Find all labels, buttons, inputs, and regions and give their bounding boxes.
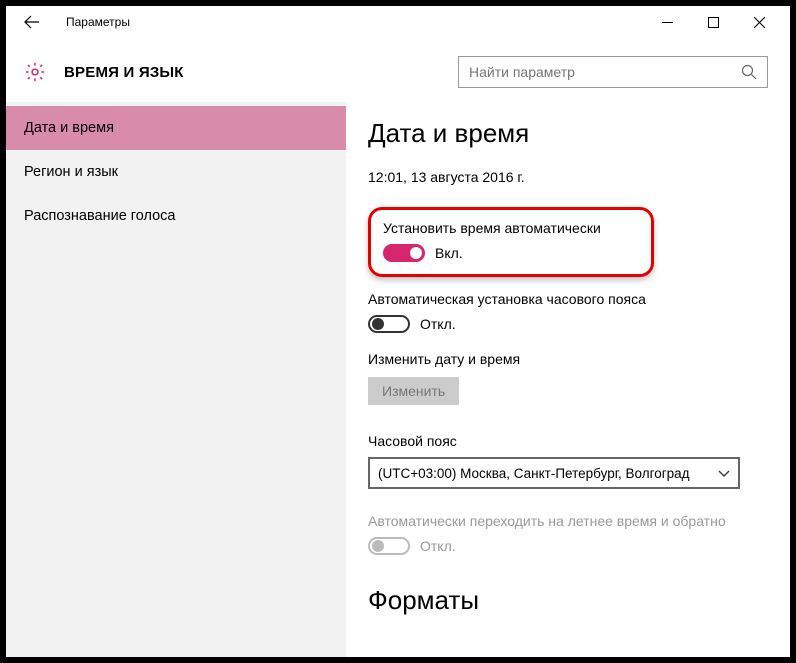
close-icon bbox=[754, 17, 765, 28]
auto-tz-label: Автоматическая установка часового пояса bbox=[368, 291, 768, 307]
timezone-value: (UTC+03:00) Москва, Санкт-Петербург, Вол… bbox=[378, 466, 690, 481]
settings-window: Параметры ВРЕМЯ И ЯЗЫК bbox=[6, 6, 790, 657]
change-button: Изменить bbox=[368, 377, 459, 405]
timezone-label: Часовой пояс bbox=[368, 433, 768, 449]
sidebar-item-speech[interactable]: Распознавание голоса bbox=[6, 194, 346, 238]
auto-time-state: Вкл. bbox=[435, 245, 463, 261]
maximize-icon bbox=[708, 17, 719, 28]
content-pane[interactable]: Дата и время 12:01, 13 августа 2016 г. У… bbox=[346, 102, 790, 657]
gear-icon bbox=[24, 61, 46, 83]
sidebar: Дата и время Регион и язык Распознавание… bbox=[6, 102, 346, 657]
section-title: ВРЕМЯ И ЯЗЫК bbox=[64, 64, 184, 81]
dst-state: Откл. bbox=[420, 538, 456, 554]
close-button[interactable] bbox=[736, 6, 782, 38]
formats-heading: Форматы bbox=[368, 585, 768, 616]
timezone-select[interactable]: (UTC+03:00) Москва, Санкт-Петербург, Вол… bbox=[368, 457, 740, 489]
chevron-down-icon bbox=[718, 467, 730, 479]
dst-label: Автоматически переходить на летнее время… bbox=[368, 513, 768, 529]
back-button[interactable] bbox=[18, 8, 46, 36]
change-datetime-label: Изменить дату и время bbox=[368, 351, 768, 367]
arrow-left-icon bbox=[24, 14, 40, 30]
current-datetime: 12:01, 13 августа 2016 г. bbox=[368, 169, 768, 185]
sidebar-item-region[interactable]: Регион и язык bbox=[6, 150, 346, 194]
search-icon bbox=[741, 64, 757, 80]
sidebar-item-label: Дата и время bbox=[24, 120, 114, 136]
search-field[interactable] bbox=[469, 64, 741, 80]
titlebar: Параметры bbox=[6, 6, 790, 38]
auto-tz-state: Откл. bbox=[420, 316, 456, 332]
sidebar-item-datetime[interactable]: Дата и время bbox=[6, 106, 346, 150]
minimize-button[interactable] bbox=[644, 6, 690, 38]
sidebar-item-label: Распознавание голоса bbox=[24, 208, 176, 224]
highlight-annotation: Установить время автоматически Вкл. bbox=[368, 207, 654, 277]
auto-time-label: Установить время автоматически bbox=[383, 220, 601, 236]
dst-toggle bbox=[368, 537, 410, 555]
search-input[interactable] bbox=[458, 56, 768, 88]
maximize-button[interactable] bbox=[690, 6, 736, 38]
window-title: Параметры bbox=[66, 15, 130, 29]
sidebar-item-label: Регион и язык bbox=[24, 164, 118, 180]
minimize-icon bbox=[662, 17, 673, 28]
header: ВРЕМЯ И ЯЗЫК bbox=[6, 50, 790, 94]
auto-tz-toggle[interactable] bbox=[368, 315, 410, 333]
auto-time-toggle[interactable] bbox=[383, 244, 425, 262]
page-heading: Дата и время bbox=[368, 118, 768, 149]
